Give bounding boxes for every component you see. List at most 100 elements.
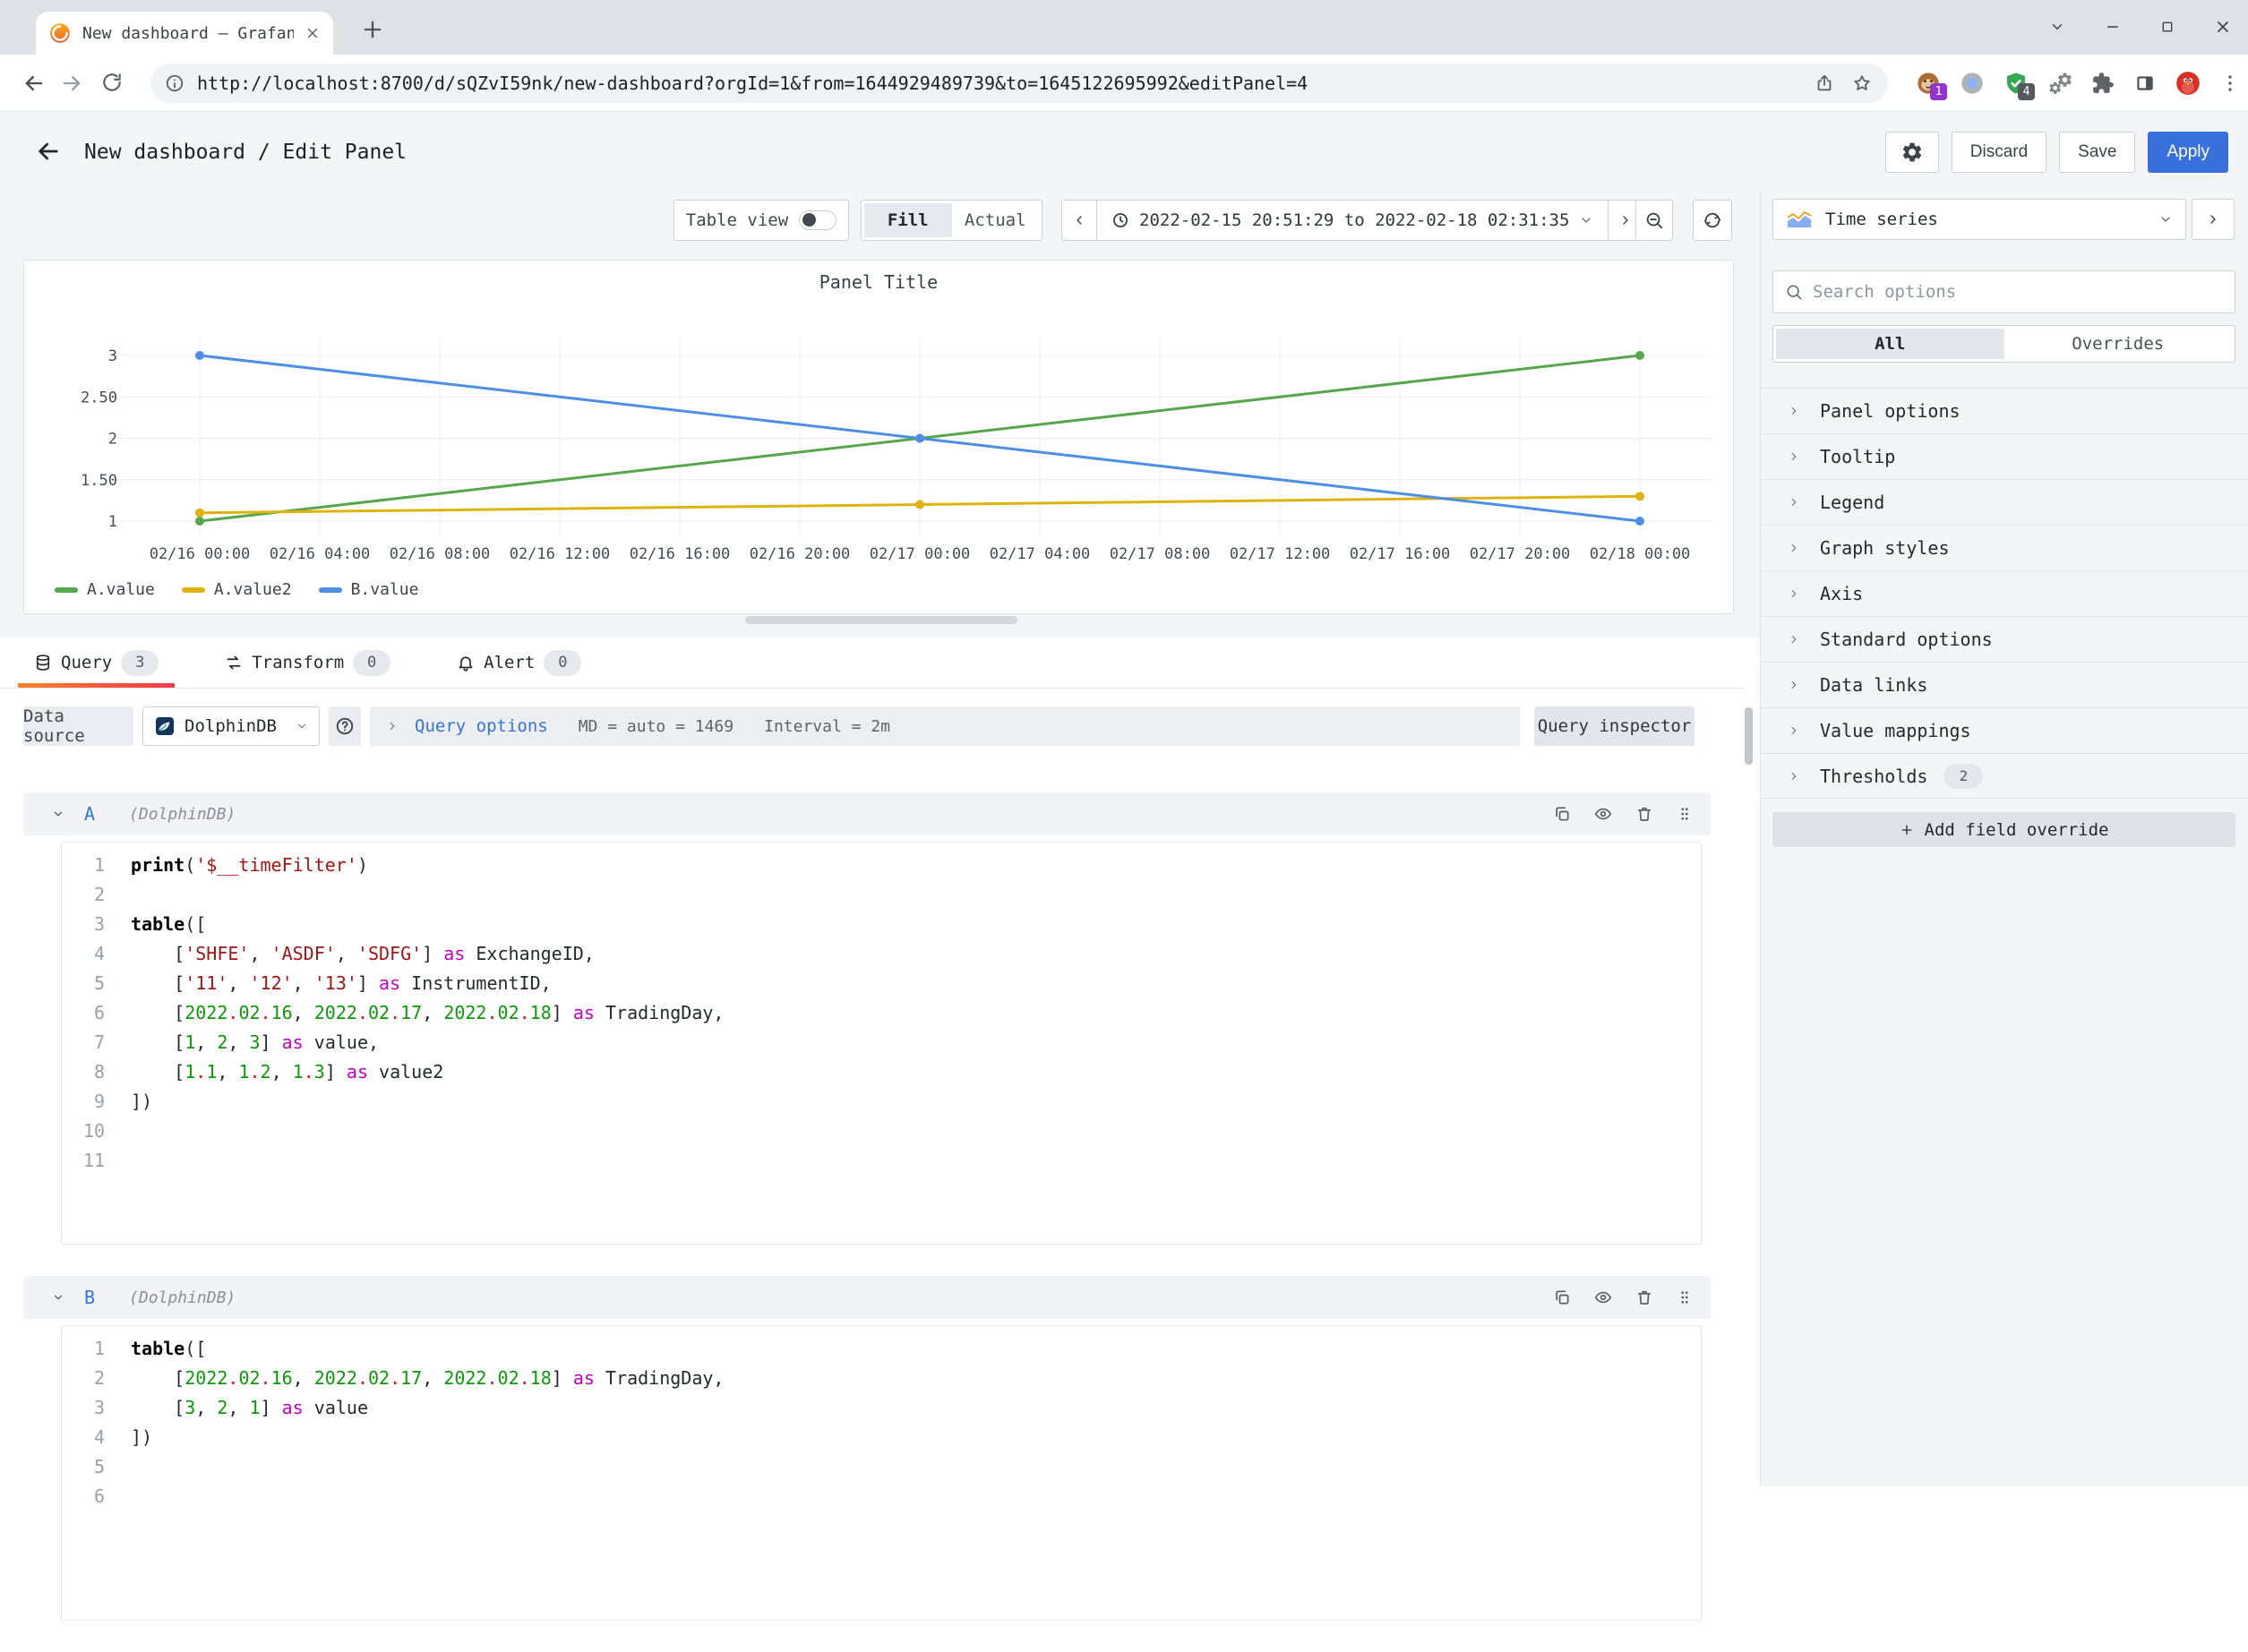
tampermonkey-extension-icon[interactable]: 1	[1916, 71, 1941, 96]
maximize-icon[interactable]	[2160, 20, 2175, 34]
filter-all[interactable]: All	[1776, 329, 2004, 359]
panel-resize-handle[interactable]	[745, 616, 1017, 624]
sidebar-section-axis[interactable]: Axis	[1761, 570, 2248, 616]
forward-icon[interactable]	[59, 71, 84, 96]
collapse-query-icon[interactable]	[52, 1291, 64, 1304]
share-icon[interactable]	[1815, 73, 1834, 93]
side-panel-icon[interactable]	[2133, 72, 2157, 95]
sidebar-section-panel-options[interactable]: Panel options	[1761, 388, 2248, 433]
query-options-link[interactable]: Query options	[415, 716, 548, 736]
hide-query-icon[interactable]	[1594, 1288, 1612, 1306]
time-shift-back-button[interactable]	[1061, 200, 1097, 241]
legend-item[interactable]: A.value	[55, 580, 155, 599]
tab-close-icon[interactable]	[305, 25, 321, 41]
tab-count-badge: 0	[544, 650, 581, 676]
save-button[interactable]: Save	[2059, 132, 2135, 173]
collapse-query-icon[interactable]	[52, 808, 64, 820]
back-icon[interactable]	[21, 71, 47, 96]
back-arrow-icon[interactable]	[34, 137, 63, 166]
adguard-extension-icon[interactable]: 4	[2003, 71, 2029, 96]
code-text: [1, 2, 3] as value,	[131, 1028, 379, 1057]
duplicate-query-icon[interactable]	[1553, 1288, 1571, 1306]
timeseries-chart[interactable]: 11.5022.50302/16 00:0002/16 04:0002/16 0…	[24, 261, 1733, 613]
extensions-bar: 1 4	[1916, 55, 2241, 112]
code-editor-b[interactable]: 1table([2 [2022.02.16, 2022.02.17, 2022.…	[61, 1325, 1702, 1621]
query-inspector-button[interactable]: Query inspector	[1534, 706, 1695, 746]
profile-avatar[interactable]	[2175, 71, 2201, 96]
datasource-help-button[interactable]	[329, 706, 361, 746]
grafana-logo-icon	[48, 21, 72, 45]
scrollbar-thumb[interactable]	[1745, 707, 1753, 765]
tab-query[interactable]: Query3	[23, 638, 169, 688]
delete-query-icon[interactable]	[1635, 805, 1653, 823]
table-view-toggle[interactable]	[799, 210, 837, 230]
address-bar[interactable]: http://localhost:8700/d/sQZvI59nk/new-da…	[150, 64, 1888, 103]
refresh-button[interactable]	[1693, 200, 1732, 241]
hide-query-icon[interactable]	[1594, 805, 1612, 823]
line-number: 11	[62, 1146, 105, 1176]
query-ref-letter: A	[84, 803, 95, 825]
chevron-right-icon	[1788, 542, 1800, 554]
bookmark-star-icon[interactable]	[1852, 73, 1872, 93]
browser-tab-strip: New dashboard – Grafana	[0, 0, 2248, 55]
sidebar-section-tooltip[interactable]: Tooltip	[1761, 433, 2248, 479]
delete-query-icon[interactable]	[1635, 1288, 1653, 1306]
drag-handle-icon[interactable]	[1677, 1289, 1693, 1305]
sidebar-section-standard-options[interactable]: Standard options	[1761, 616, 2248, 662]
close-window-icon[interactable]	[2214, 18, 2232, 36]
sidebar-section-data-links[interactable]: Data links	[1761, 662, 2248, 707]
query-header-a[interactable]: A(DolphinDB)	[23, 792, 1711, 835]
query-scrollbar[interactable]	[1745, 700, 1753, 1486]
duplicate-query-icon[interactable]	[1553, 805, 1571, 823]
actual-option[interactable]: Actual	[952, 203, 1040, 237]
fill-option[interactable]: Fill	[864, 203, 952, 237]
timeseries-viz-icon	[1786, 210, 1813, 229]
code-line: 1print('$__timeFilter')	[62, 851, 1701, 880]
browser-tab[interactable]: New dashboard – Grafana	[36, 12, 333, 55]
new-tab-button[interactable]	[360, 17, 385, 42]
extension-badge: 1	[1930, 83, 1947, 100]
query-options-bar[interactable]: Query options MD = auto = 1469 Interval …	[370, 706, 1520, 746]
drag-handle-icon[interactable]	[1677, 806, 1693, 822]
time-range-picker[interactable]: 2022-02-15 20:51:29 to 2022-02-18 02:31:…	[1096, 200, 1609, 241]
svg-text:2.50: 2.50	[81, 389, 117, 407]
sidebar-section-graph-styles[interactable]: Graph styles	[1761, 525, 2248, 570]
circle-extension-icon[interactable]	[1960, 71, 1985, 96]
minimize-icon[interactable]	[2105, 19, 2121, 35]
legend-item[interactable]: B.value	[319, 580, 419, 599]
query-header-b[interactable]: B(DolphinDB)	[23, 1276, 1711, 1319]
interval: Interval = 2m	[764, 717, 890, 736]
code-editor-a[interactable]: 1print('$__timeFilter')23table([4 ['SHFE…	[61, 842, 1702, 1245]
visualization-picker[interactable]: Time series	[1772, 199, 2186, 240]
tab-search-icon[interactable]	[2049, 19, 2065, 35]
table-view-toggle-group[interactable]: Table view	[674, 200, 849, 241]
section-label: Panel options	[1820, 400, 1961, 422]
datasource-picker[interactable]: DolphinDB	[142, 706, 320, 746]
tab-transform[interactable]: Transform0	[214, 638, 401, 688]
settings-gears-extension-icon[interactable]	[2047, 71, 2072, 96]
site-info-icon[interactable]	[165, 73, 184, 93]
url-text[interactable]: http://localhost:8700/d/sQZvI59nk/new-da…	[197, 73, 1815, 94]
search-options-input[interactable]	[1813, 282, 2223, 302]
add-field-override-button[interactable]: Add field override	[1772, 812, 2235, 847]
sidebar-section-thresholds[interactable]: Thresholds2	[1761, 753, 2248, 799]
sidebar-collapse-button[interactable]	[2192, 199, 2235, 240]
window-controls	[2049, 12, 2232, 42]
filter-overrides[interactable]: Overrides	[2004, 329, 2233, 359]
sidebar-section-legend[interactable]: Legend	[1761, 479, 2248, 525]
code-text: ['11', '12', '13'] as InstrumentID,	[131, 969, 552, 998]
chevron-right-icon	[1788, 405, 1800, 417]
options-search[interactable]	[1772, 270, 2235, 313]
sidebar-section-value-mappings[interactable]: Value mappings	[1761, 707, 2248, 753]
discard-button[interactable]: Discard	[1952, 132, 2046, 173]
browser-menu-icon[interactable]	[2219, 73, 2241, 94]
dashboard-settings-button[interactable]	[1885, 132, 1939, 173]
legend-item[interactable]: A.value2	[182, 580, 292, 599]
apply-button[interactable]: Apply	[2148, 132, 2228, 173]
reload-icon[interactable]	[100, 71, 124, 94]
chevron-right-icon	[2206, 212, 2220, 227]
tab-alert[interactable]: Alert0	[446, 638, 592, 688]
dolphindb-icon	[154, 715, 176, 737]
zoom-out-button[interactable]	[1635, 200, 1673, 241]
extensions-puzzle-icon[interactable]	[2091, 72, 2115, 95]
